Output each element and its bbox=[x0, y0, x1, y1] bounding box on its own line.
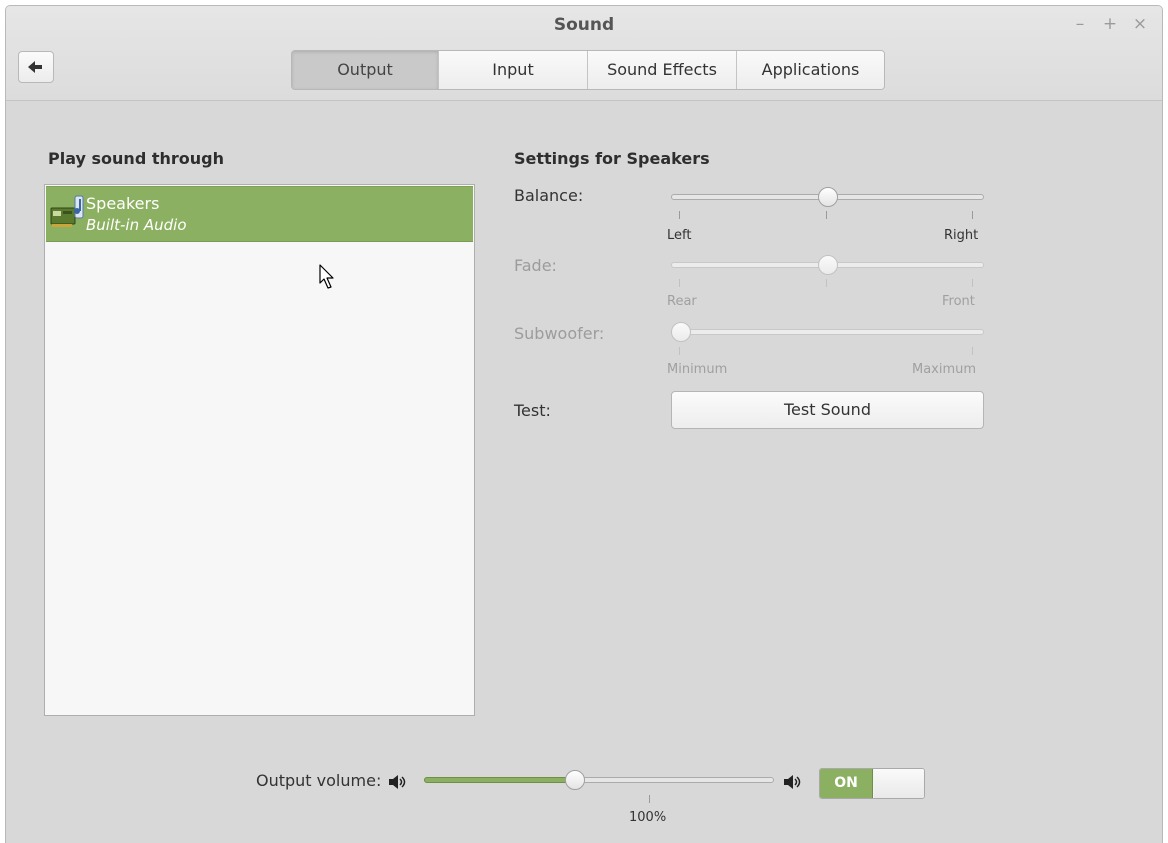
close-button[interactable]: × bbox=[1132, 14, 1148, 34]
test-label: Test: bbox=[514, 401, 551, 420]
tick-right bbox=[972, 347, 973, 355]
balance-slider[interactable] bbox=[671, 187, 984, 207]
volume-100-tick bbox=[649, 795, 650, 803]
tick-center bbox=[826, 279, 827, 287]
fade-left-label: Rear bbox=[667, 294, 697, 309]
subwoofer-trough bbox=[671, 329, 984, 335]
mouse-cursor-icon bbox=[319, 264, 334, 289]
back-button[interactable] bbox=[18, 51, 54, 83]
tab-input[interactable]: Input bbox=[438, 51, 587, 89]
tab-bar: Output Input Sound Effects Applications bbox=[291, 50, 885, 90]
header-bar: Sound – + × Output Input Sound Effects A… bbox=[6, 6, 1162, 101]
tick-center bbox=[826, 211, 827, 219]
subwoofer-knob[interactable] bbox=[671, 322, 691, 342]
output-volume-slider[interactable] bbox=[424, 770, 774, 790]
subwoofer-label: Subwoofer: bbox=[514, 324, 605, 343]
sound-card-icon bbox=[50, 195, 84, 227]
fade-right-label: Front bbox=[942, 294, 975, 309]
device-name: Speakers bbox=[86, 194, 160, 213]
tick-right bbox=[972, 211, 973, 219]
subwoofer-right-label: Maximum bbox=[912, 362, 977, 377]
volume-100-label: 100% bbox=[629, 810, 667, 825]
tick-left bbox=[679, 211, 680, 219]
subwoofer-left-label: Minimum bbox=[667, 362, 728, 377]
tab-output[interactable]: Output bbox=[292, 51, 438, 89]
mute-toggle-switch[interactable]: ON bbox=[819, 768, 925, 799]
tick-left bbox=[679, 279, 680, 287]
balance-label: Balance: bbox=[514, 186, 584, 205]
tab-applications[interactable]: Applications bbox=[736, 51, 884, 89]
tick-right bbox=[972, 279, 973, 287]
arrow-left-icon bbox=[28, 61, 42, 73]
fade-slider[interactable] bbox=[671, 255, 984, 275]
balance-knob[interactable] bbox=[817, 187, 838, 207]
test-sound-button[interactable]: Test Sound bbox=[671, 391, 984, 429]
speaker-high-icon[interactable] bbox=[783, 774, 803, 790]
balance-left-label: Left bbox=[667, 228, 692, 243]
output-volume-label: Output volume: bbox=[256, 771, 382, 790]
play-sound-through-heading: Play sound through bbox=[48, 149, 224, 168]
tab-sound-effects[interactable]: Sound Effects bbox=[587, 51, 736, 89]
settings-heading: Settings for Speakers bbox=[514, 149, 710, 168]
device-row-speakers[interactable]: Speakers Built-in Audio bbox=[46, 186, 473, 242]
subwoofer-slider[interactable] bbox=[671, 322, 984, 342]
device-description: Built-in Audio bbox=[86, 216, 187, 234]
window-controls: – + × bbox=[1072, 14, 1148, 34]
fade-knob[interactable] bbox=[817, 255, 838, 275]
minimize-button[interactable]: – bbox=[1072, 14, 1088, 34]
speaker-low-icon[interactable] bbox=[388, 774, 408, 790]
switch-on-label: ON bbox=[820, 769, 873, 798]
sound-window: Sound – + × Output Input Sound Effects A… bbox=[5, 5, 1163, 843]
maximize-button[interactable]: + bbox=[1102, 14, 1118, 34]
output-device-list[interactable]: Speakers Built-in Audio bbox=[44, 184, 475, 716]
volume-knob[interactable] bbox=[564, 770, 585, 790]
volume-fill bbox=[424, 777, 575, 783]
tick-left bbox=[679, 347, 680, 355]
switch-handle[interactable] bbox=[874, 769, 924, 798]
fade-label: Fade: bbox=[514, 256, 557, 275]
window-title: Sound bbox=[553, 15, 615, 35]
balance-right-label: Right bbox=[944, 228, 979, 243]
